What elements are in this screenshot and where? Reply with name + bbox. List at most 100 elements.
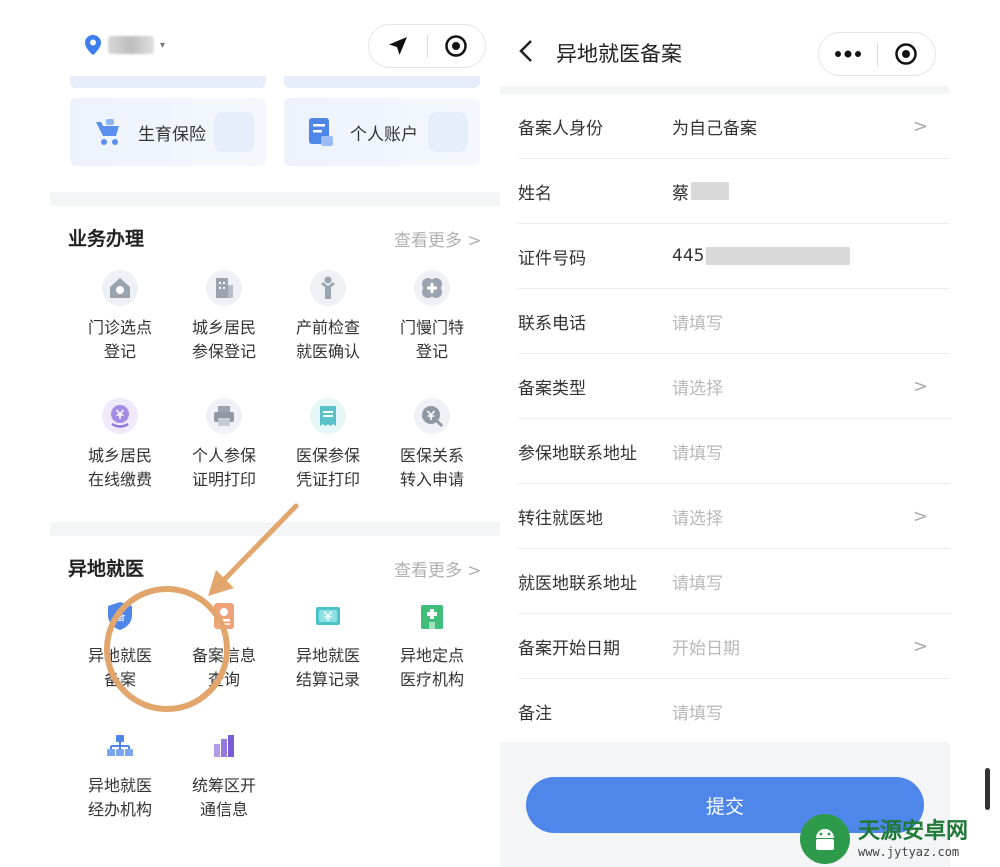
tile-label-line1: 产前检查 <box>295 318 360 337</box>
chevron-right-icon: > <box>912 115 928 137</box>
tile-label-line1: 异地就医 <box>87 776 152 795</box>
miniprogram-capsule <box>368 24 486 68</box>
remarks-input[interactable]: 请填写 <box>672 699 950 724</box>
tile-label-line2: 通信息 <box>199 800 248 819</box>
yen-bill-icon <box>310 598 346 634</box>
service-tile-outpatient-registration[interactable]: 门诊选点 登记 <box>68 270 172 364</box>
form-row-destination-address[interactable]: 就医地联系地址 请填写 <box>518 549 950 614</box>
service-tile-relationship-transfer[interactable]: 医保关系 转入申请 <box>380 398 484 492</box>
form-label: 证件号码 <box>518 248 586 269</box>
tile-label-line1: 门慢门特 <box>399 318 464 337</box>
watermark-name: 天源安卓网 <box>858 818 969 844</box>
tile-label-line1: 城乡居民 <box>191 318 256 337</box>
service-tile-enrollment-certificate-print[interactable]: 个人参保 证明打印 <box>172 398 276 492</box>
hospital-icon <box>414 598 450 634</box>
org-chart-icon <box>102 728 138 764</box>
yen-transfer-icon <box>414 398 450 434</box>
id-number-value: 445 <box>672 246 950 266</box>
services-home-panel: ▾ 生育保险 个人账户 业务办理 查看更多 > 门诊选点 登记 城乡居民 参保登… <box>50 0 500 867</box>
form-row-insured-address[interactable]: 参保地联系地址 请填写 <box>518 419 950 484</box>
service-tile-coordination-area-info[interactable]: 统筹区开 通信息 <box>172 728 276 822</box>
form-label: 备案开始日期 <box>518 638 620 659</box>
close-miniprogram-button[interactable] <box>878 33 936 75</box>
tile-label-line1: 异地就医 <box>295 646 360 665</box>
form-row-remarks[interactable]: 备注 请填写 <box>518 679 950 744</box>
tile-label-line1: 医保关系 <box>399 446 464 465</box>
android-logo-icon <box>800 813 850 864</box>
tile-label-line2: 转入申请 <box>399 470 464 489</box>
card-label: 生育保险 <box>138 124 206 145</box>
service-tile-prenatal-check[interactable]: 产前检查 就医确认 <box>276 270 380 364</box>
caret-down-icon: ▾ <box>160 39 166 51</box>
back-button[interactable] <box>518 38 534 68</box>
service-tile-online-payment[interactable]: 城乡居民 在线缴费 <box>68 398 172 492</box>
navigate-button[interactable] <box>369 25 427 67</box>
redacted-name <box>691 182 729 200</box>
maternity-insurance-card[interactable]: 生育保险 <box>70 98 266 166</box>
start-date-picker[interactable]: 开始日期 <box>672 634 950 659</box>
personal-account-card[interactable]: 个人账户 <box>284 98 480 166</box>
filing-type-select[interactable]: 请选择 <box>672 374 950 399</box>
destination-select[interactable]: 请选择 <box>672 504 950 529</box>
form-row-start-date[interactable]: 备案开始日期 开始日期 > <box>518 614 950 679</box>
more-options-button[interactable] <box>819 33 877 75</box>
card-decoration <box>214 112 254 152</box>
house-icon <box>102 270 138 306</box>
destination-address-input[interactable]: 请填写 <box>672 569 950 594</box>
redacted-city-name <box>108 36 154 54</box>
tile-label-line2: 经办机构 <box>87 800 152 819</box>
chevron-right-icon: > <box>912 635 928 657</box>
form-label: 参保地联系地址 <box>518 443 637 464</box>
service-tile-chronic-disease-registration[interactable]: 门慢门特 登记 <box>380 270 484 364</box>
medical-cross-icon <box>414 270 450 306</box>
business-view-more-link[interactable]: 查看更多 > <box>394 226 482 251</box>
chevron-right-icon: > <box>912 375 928 397</box>
miniprogram-capsule <box>818 32 936 76</box>
page-title: 异地就医备案 <box>556 42 682 66</box>
service-tile-designated-institutions[interactable]: 异地定点 医疗机构 <box>380 598 484 692</box>
bar-chart-icon <box>206 728 242 764</box>
filer-identity-select[interactable]: 为自己备案 <box>672 114 950 139</box>
form-row-name: 姓名 蔡 <box>518 159 950 224</box>
tile-label-line2: 在线缴费 <box>87 470 152 489</box>
service-tile-handling-agencies[interactable]: 异地就医 经办机构 <box>68 728 172 822</box>
redacted-id-number <box>706 247 851 265</box>
navigation-arrow-icon <box>388 37 407 55</box>
name-visible-part: 蔡 <box>672 183 689 204</box>
tile-label-line2: 参保登记 <box>191 342 256 361</box>
form-row-phone[interactable]: 联系电话 请填写 <box>518 289 950 354</box>
remote-filing-form-panel: 异地就医备案 备案人身份 为自己备案 > 姓名 蔡 证件号码 445 联系电话 … <box>500 0 950 867</box>
form-label: 备案类型 <box>518 378 586 399</box>
service-tile-resident-enrollment[interactable]: 城乡居民 参保登记 <box>172 270 276 364</box>
form-row-destination[interactable]: 转往就医地 请选择 > <box>518 484 950 549</box>
name-value: 蔡 <box>672 179 950 204</box>
id-visible-part: 445 <box>672 246 705 266</box>
card-strip-top <box>284 76 480 88</box>
tile-label-line1: 个人参保 <box>191 446 256 465</box>
card-strip-top <box>70 76 266 88</box>
remote-view-more-link[interactable]: 查看更多 > <box>394 556 482 581</box>
insured-address-input[interactable]: 请填写 <box>672 439 950 464</box>
service-tile-settlement-records[interactable]: 异地就医 结算记录 <box>276 598 380 692</box>
header-separator <box>500 86 950 94</box>
tile-label-line2: 登记 <box>103 342 136 361</box>
phone-input[interactable]: 请填写 <box>672 309 950 334</box>
tile-label-line2: 登记 <box>415 342 448 361</box>
form-row-filer-identity[interactable]: 备案人身份 为自己备案 > <box>518 94 950 159</box>
scrollbar[interactable] <box>985 768 990 810</box>
business-section-title: 业务办理 <box>68 228 145 250</box>
close-miniprogram-button[interactable] <box>428 25 486 67</box>
form-label: 联系电话 <box>518 313 586 334</box>
tile-label-line1: 统筹区开 <box>191 776 256 795</box>
annotation-highlight-ring <box>104 586 230 712</box>
tile-label-line2: 就医确认 <box>295 342 360 361</box>
tile-label-line1: 医保参保 <box>295 446 360 465</box>
form-row-filing-type[interactable]: 备案类型 请选择 > <box>518 354 950 419</box>
building-icon <box>206 270 242 306</box>
service-tile-voucher-print[interactable]: 医保参保 凭证打印 <box>276 398 380 492</box>
location-selector[interactable]: ▾ <box>84 30 165 60</box>
account-document-icon <box>309 118 333 146</box>
remote-medical-section-title: 异地就医 <box>68 558 145 580</box>
form-label: 备案人身份 <box>518 118 603 139</box>
printer-icon <box>206 398 242 434</box>
